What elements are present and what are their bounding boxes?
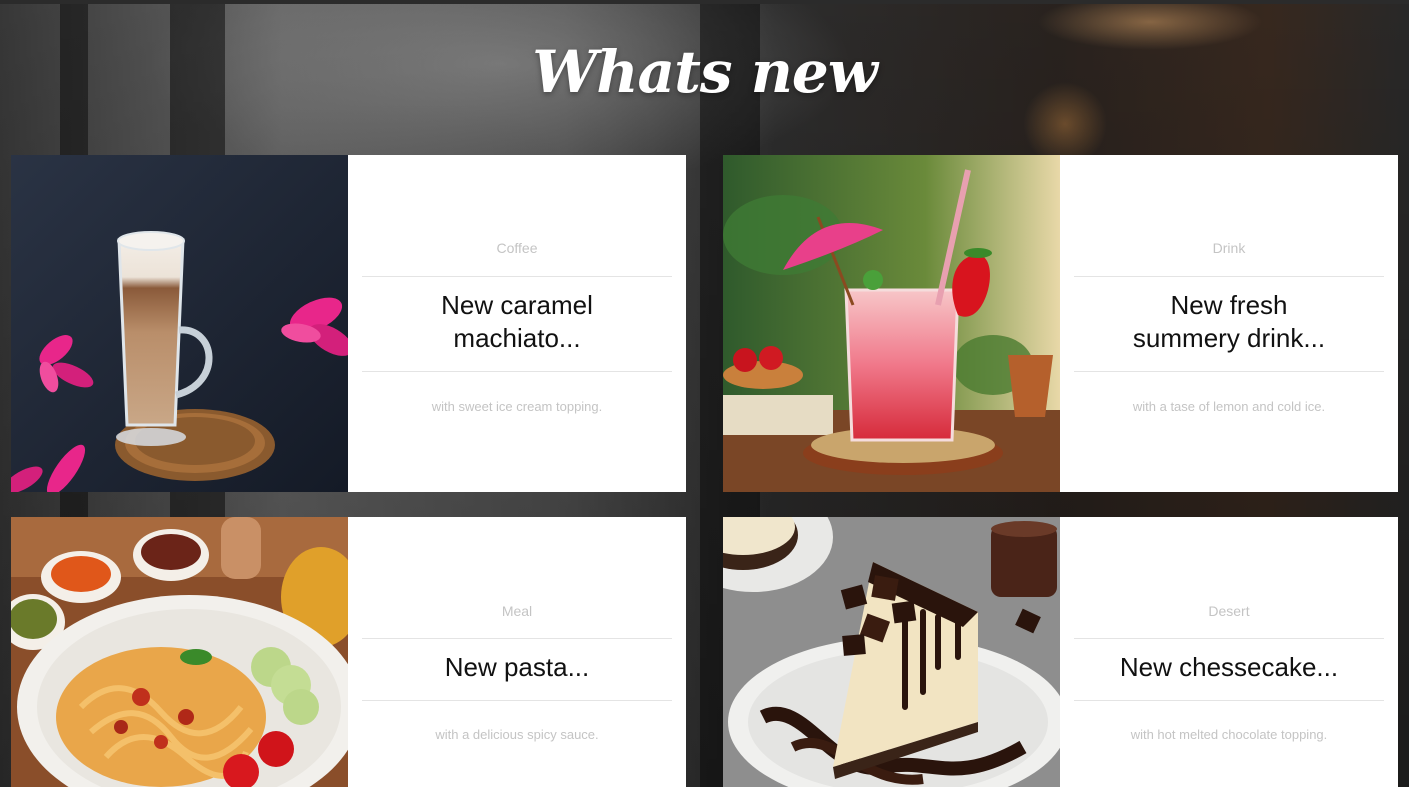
card-description: with sweet ice cream topping. [431,399,603,414]
card-title: New chessecake... [1119,652,1339,682]
card-description: with a tase of lemon and cold ice. [1132,399,1326,414]
card-title: New pasta... [444,652,590,682]
card-title: New caramel machiato... [441,290,593,353]
card-category: Coffee [496,240,538,256]
card-description: with a delicious spicy sauce. [435,727,599,742]
divider [362,700,672,701]
news-card-desert[interactable]: Desert New chessecake... with hot melted… [723,517,1398,787]
card-category: Meal [501,603,533,619]
divider [1074,638,1384,639]
news-card-coffee[interactable]: Coffee New caramel machiato... with sweet… [11,155,686,492]
card-text-panel: Coffee New caramel machiato... with sweet… [348,155,686,492]
divider [1074,276,1384,277]
divider [1074,371,1384,372]
card-title: New fresh summery drink... [1132,290,1326,353]
divider [362,371,672,372]
card-text-panel: Desert New chessecake... with hot melted… [1060,517,1398,787]
divider [1074,700,1384,701]
divider [362,276,672,277]
drink-image [723,155,1060,492]
card-category: Drink [1212,240,1246,256]
pasta-image [11,517,348,787]
card-text-panel: Meal New pasta... with a delicious spicy… [348,517,686,787]
card-description: with hot melted chocolate topping. [1130,727,1328,742]
coffee-image [11,155,348,492]
news-card-drink[interactable]: Drink New fresh summery drink... with a t… [723,155,1398,492]
divider [362,638,672,639]
card-text-panel: Drink New fresh summery drink... with a t… [1060,155,1398,492]
page-title: Whats new [532,38,878,106]
cheesecake-image [723,517,1060,787]
card-category: Desert [1208,603,1250,619]
news-card-meal[interactable]: Meal New pasta... with a delicious spicy… [11,517,686,787]
